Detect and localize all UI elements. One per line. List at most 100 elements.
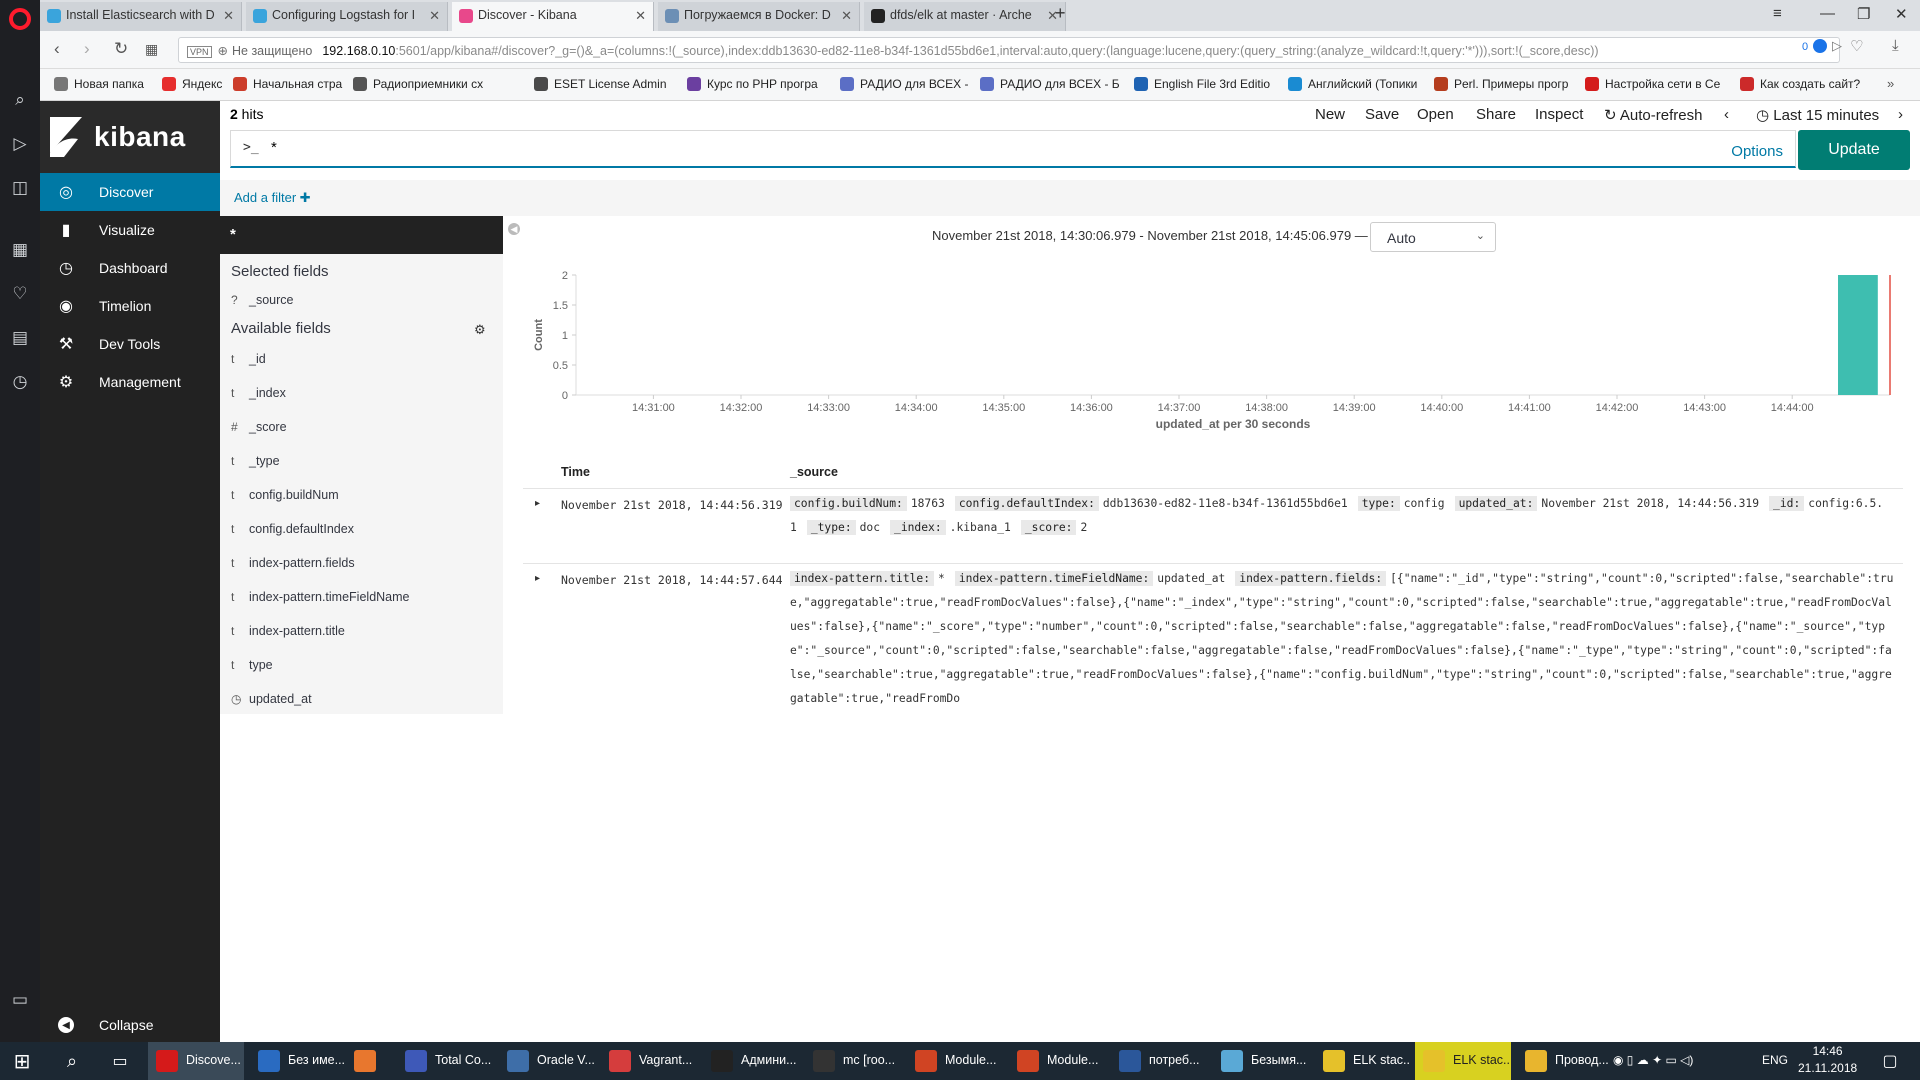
taskbar-app[interactable]: Discove... [148, 1042, 244, 1080]
field-settings-gear-icon[interactable]: ⚙ [474, 322, 486, 338]
notifications-icon[interactable]: ▢ [1868, 1042, 1912, 1080]
time-column-header[interactable]: Time [561, 465, 590, 479]
bookmark-item[interactable]: Яндекс [162, 77, 222, 91]
time-back-button[interactable]: ‹ [1724, 106, 1729, 123]
bookmark-item[interactable]: Радиоприемники сх [353, 77, 483, 91]
bookmark-item[interactable]: РАДИО для ВСЕХ - Б [980, 77, 1120, 91]
opera-logo-icon[interactable] [9, 8, 31, 30]
nav-item-discover[interactable]: ◎ Discover [40, 173, 220, 211]
bookmark-item[interactable]: English File 3rd Editio [1134, 77, 1270, 91]
taskbar-app[interactable] [346, 1042, 392, 1080]
history-icon[interactable]: ◷ [0, 367, 40, 397]
field-item[interactable]: t index-pattern.fields [231, 556, 355, 570]
taskbar-app[interactable]: Без име... [250, 1042, 346, 1080]
collapse-button[interactable]: ◀ Collapse [40, 1006, 220, 1044]
camera-icon[interactable]: ◫ [0, 173, 40, 203]
bookmark-item[interactable]: Новая папка [54, 77, 144, 91]
query-input[interactable]: * [271, 139, 277, 156]
tab-close-icon[interactable]: ✕ [223, 8, 234, 24]
new-tab-button[interactable]: + [1055, 3, 1066, 24]
nav-item-dashboard[interactable]: ◷ Dashboard [40, 249, 220, 287]
collapse-sidebar-icon[interactable]: ◀ [508, 223, 520, 235]
field-item[interactable]: t _type [231, 454, 280, 468]
forward-button[interactable]: › [84, 39, 90, 59]
taskbar-app[interactable]: Oracle V... [499, 1042, 595, 1080]
nav-item-visualize[interactable]: ▮ Visualize [40, 211, 220, 249]
browser-tab[interactable]: Discover - Kibana ✕ [452, 2, 654, 31]
back-button[interactable]: ‹ [54, 39, 60, 59]
options-link[interactable]: Options [1731, 143, 1783, 160]
send-icon[interactable]: ▷ [1832, 38, 1842, 54]
heart-icon[interactable]: ♡ [0, 279, 40, 309]
field-item[interactable]: t config.buildNum [231, 488, 339, 502]
taskbar-app[interactable]: Module... [1009, 1042, 1105, 1080]
time-forward-button[interactable]: › [1898, 106, 1903, 123]
field-item[interactable]: ? _source [231, 293, 293, 307]
bookmark-item[interactable]: Начальная страница [233, 77, 343, 91]
bookmark-item[interactable]: Английский (Топики [1288, 77, 1417, 91]
tab-close-icon[interactable]: ✕ [429, 8, 440, 24]
tab-close-icon[interactable]: ✕ [635, 8, 646, 24]
auto-refresh-link[interactable]: ↻ Auto-refresh [1604, 106, 1702, 124]
taskbar-app[interactable]: Total Co... [397, 1042, 493, 1080]
add-filter-link[interactable]: Add a filter ✚ [234, 190, 311, 206]
news-icon[interactable]: ▤ [0, 323, 40, 353]
nav-item-dev-tools[interactable]: ⚒ Dev Tools [40, 325, 220, 363]
bookmark-item[interactable]: ESET License Admin [534, 77, 667, 91]
tab-close-icon[interactable]: ✕ [841, 8, 852, 24]
taskbar-app[interactable]: Vagrant... [601, 1042, 697, 1080]
share-link[interactable]: Share [1476, 106, 1516, 123]
expand-row-icon[interactable]: ▸ [535, 573, 540, 584]
search-icon[interactable]: ⌕ [0, 85, 40, 115]
tray-icons[interactable]: ◉ ▯ ☁ ✦ ▭ ◁) [1613, 1042, 1693, 1080]
kibana-logo[interactable]: kibana [40, 101, 220, 173]
bookmark-item[interactable]: Perl. Примеры прогр [1434, 77, 1568, 91]
field-item[interactable]: t type [231, 658, 273, 672]
nav-item-management[interactable]: ⚙ Management [40, 363, 220, 401]
nav-item-timelion[interactable]: ◉ Timelion [40, 287, 220, 325]
source-column-header[interactable]: _source [790, 465, 838, 479]
time-picker-link[interactable]: ◷ Last 15 minutes [1756, 106, 1879, 124]
reload-button[interactable]: ↻ [114, 39, 128, 59]
field-item[interactable]: t index-pattern.title [231, 624, 345, 638]
taskbar-app[interactable]: Module... [907, 1042, 1003, 1080]
browser-tab[interactable]: dfds/elk at master · Arche ✕ [864, 2, 1066, 31]
index-pattern-selector[interactable]: * [220, 216, 503, 254]
download-icon[interactable]: ⤓ [1892, 37, 1899, 54]
browser-tab[interactable]: Install Elasticsearch with D ✕ [40, 2, 242, 31]
close-window-button[interactable]: ✕ [1895, 5, 1908, 23]
taskbar-app[interactable]: mc [roo... [805, 1042, 901, 1080]
more-bookmarks-icon[interactable]: » [1887, 76, 1894, 91]
field-item[interactable]: t _index [231, 386, 286, 400]
update-button[interactable]: Update [1798, 130, 1910, 170]
taskbar-app[interactable]: ELK stac... [1315, 1042, 1411, 1080]
speed-dial-icon[interactable]: ▦ [0, 235, 40, 265]
field-item[interactable]: ◷ updated_at [231, 692, 312, 706]
query-bar[interactable]: >_ * Options [230, 130, 1796, 168]
interval-select[interactable]: Auto ⌄ [1370, 222, 1496, 252]
taskbar-app[interactable]: потреб... [1111, 1042, 1207, 1080]
open-link[interactable]: Open [1417, 106, 1454, 123]
language-indicator[interactable]: ENG [1762, 1042, 1788, 1080]
restore-button[interactable]: ❐ [1857, 5, 1870, 23]
bookmark-item[interactable]: Курс по PHP програ [687, 77, 818, 91]
sidebar-toggle-icon[interactable]: ▭ [0, 985, 40, 1015]
vpn-badge[interactable]: VPN [187, 46, 212, 58]
browser-tab[interactable]: Configuring Logstash for I ✕ [246, 2, 448, 31]
task-view-icon[interactable]: ▭ [98, 1042, 142, 1080]
tabs-grid-icon[interactable]: ▦ [145, 41, 158, 58]
browser-tab[interactable]: Погружаемся в Docker: D ✕ [658, 2, 860, 31]
url-field[interactable]: VPN ⊕ Не защищено 192.168.0.10:5601/app/kib… [178, 37, 1840, 63]
bookmark-heart-icon[interactable]: ♡ [1850, 37, 1863, 55]
taskbar-app[interactable]: Админи... [703, 1042, 799, 1080]
field-item[interactable]: t index-pattern.timeFieldName [231, 590, 410, 604]
taskbar-app[interactable]: Безымя... [1213, 1042, 1309, 1080]
field-item[interactable]: t _id [231, 352, 266, 366]
field-item[interactable]: # _score [231, 420, 287, 434]
adblock-count[interactable]: 0 [1802, 41, 1808, 53]
new-link[interactable]: New [1315, 106, 1345, 123]
flow-icon[interactable]: ▷ [0, 129, 40, 159]
system-clock[interactable]: 14:46 21.11.2018 [1798, 1043, 1857, 1077]
bookmark-item[interactable]: РАДИО для ВСЕХ - С [840, 77, 970, 91]
taskbar-app[interactable]: Провод... [1517, 1042, 1613, 1080]
